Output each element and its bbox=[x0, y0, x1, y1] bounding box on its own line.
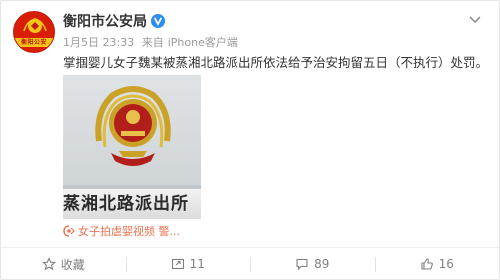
police-badge-icon bbox=[23, 18, 47, 33]
favorite-button[interactable]: 收藏 bbox=[1, 248, 126, 280]
video-link-label: 女子拍虐婴视频 警... bbox=[78, 225, 180, 238]
repost-count: 11 bbox=[189, 257, 205, 271]
like-button[interactable]: 16 bbox=[374, 248, 500, 280]
chevron-down-icon[interactable] bbox=[467, 11, 483, 27]
police-emblem-icon bbox=[95, 86, 171, 166]
username[interactable]: 衡阳市公安局 bbox=[63, 11, 147, 31]
comment-count: 89 bbox=[314, 257, 330, 271]
post-meta: 1月5日 23:33 来自 iPhone客户端 bbox=[63, 34, 242, 50]
post-date[interactable]: 1月5日 23:33 bbox=[63, 36, 134, 49]
video-link-icon bbox=[63, 225, 75, 237]
avatar-band-text: 衡阳公安 bbox=[14, 38, 54, 47]
action-bar: 收藏 11 89 16 bbox=[1, 247, 499, 280]
avatar[interactable]: 衡阳公安 bbox=[13, 11, 55, 53]
weibo-post-card: 衡阳公安 衡阳市公安局 1月5日 23:33 来自 iPhone客户端 掌掴婴儿女… bbox=[0, 0, 500, 280]
comment-icon bbox=[296, 258, 308, 271]
like-count: 16 bbox=[438, 257, 454, 271]
repost-button[interactable]: 11 bbox=[125, 248, 251, 280]
comment-button[interactable]: 89 bbox=[250, 248, 375, 280]
repost-icon bbox=[171, 258, 184, 270]
image-sign-text: 蒸湘北路派出所 bbox=[63, 189, 201, 219]
thumbs-up-icon bbox=[421, 258, 433, 270]
verified-v-icon bbox=[151, 14, 165, 28]
star-icon bbox=[41, 257, 56, 271]
favorite-label: 收藏 bbox=[60, 257, 85, 272]
post-text: 掌掴婴儿女子魏某被蒸湘北路派出所依法给予治安拘留五日（不执行）处罚。 bbox=[63, 55, 489, 70]
source-prefix: 来自 bbox=[141, 36, 164, 49]
post-image[interactable]: 蒸湘北路派出所 bbox=[63, 75, 201, 219]
video-link[interactable]: 女子拍虐婴视频 警... bbox=[63, 223, 180, 239]
author-row: 衡阳市公安局 bbox=[63, 12, 165, 30]
post-source[interactable]: iPhone客户端 bbox=[168, 36, 238, 49]
